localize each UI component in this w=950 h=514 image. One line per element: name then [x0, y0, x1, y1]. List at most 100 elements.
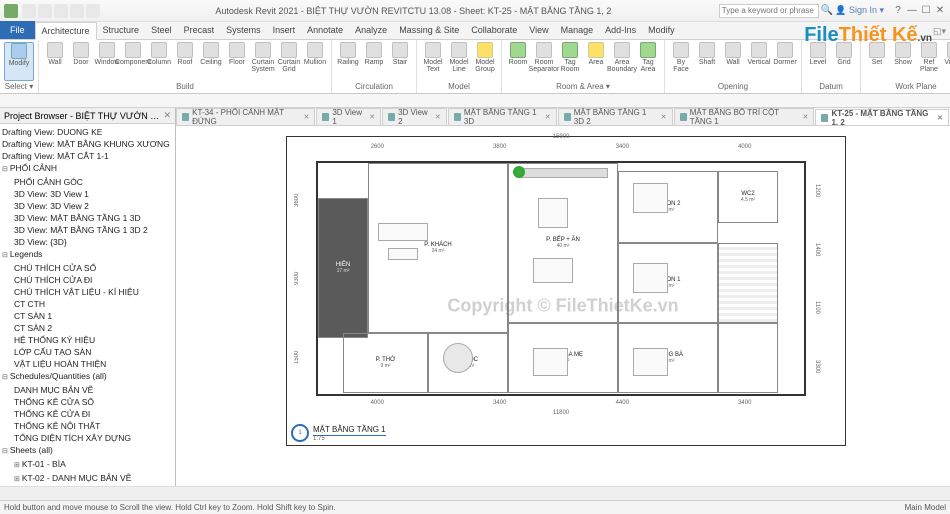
- tab-close-icon[interactable]: ✕: [802, 113, 808, 121]
- room-bepan[interactable]: P. BẾP + ĂN40 m²: [508, 163, 618, 323]
- view-tab[interactable]: 3D View 2✕: [382, 108, 447, 125]
- tree-item[interactable]: Drafting View: MẶT CẮT 1-1: [2, 150, 175, 162]
- area-tool[interactable]: Area: [584, 42, 608, 81]
- tree-item[interactable]: CT CTH: [14, 298, 175, 310]
- view-tab[interactable]: MẶT BẰNG TẦNG 1 3D✕: [448, 108, 557, 125]
- modify-tool[interactable]: Modify: [4, 42, 34, 81]
- viewer-tool[interactable]: Viewer: [943, 42, 950, 81]
- view-tab[interactable]: MẶT BẰNG BỐ TRÍ CỘT TẦNG 1✕: [674, 108, 815, 125]
- component-tool[interactable]: Component: [121, 42, 145, 81]
- drawing-canvas[interactable]: 15900 2600380034004000 150093003600 1200…: [176, 126, 950, 486]
- column-tool[interactable]: Column: [147, 42, 171, 81]
- tab-annotate[interactable]: Annotate: [301, 21, 349, 39]
- tree-item[interactable]: CT SÀN 2: [14, 322, 175, 334]
- tree-item[interactable]: VẬT LIỆU HOÀN THIỆN: [14, 358, 175, 370]
- tab-addins[interactable]: Add-Ins: [599, 21, 642, 39]
- search-input[interactable]: [719, 4, 819, 18]
- tree-item[interactable]: 3D View: 3D View 2: [14, 200, 175, 212]
- tree-item[interactable]: THỐNG KÊ NỘI THẤT: [14, 420, 175, 432]
- tree-item[interactable]: HỆ THỐNG KÝ HIỆU: [14, 334, 175, 346]
- tab-close-icon[interactable]: ✕: [545, 113, 551, 121]
- project-tree[interactable]: Drafting View: DUONG KE Drafting View: MẶ…: [0, 124, 175, 486]
- tab-close-icon[interactable]: ✕: [661, 113, 667, 121]
- qat-save-icon[interactable]: [38, 4, 52, 18]
- tree-item[interactable]: LỚP CẤU TẠO SÀN: [14, 346, 175, 358]
- wall-tool[interactable]: Wall: [43, 42, 67, 81]
- tab-close-icon[interactable]: ✕: [369, 113, 375, 121]
- tab-analyze[interactable]: Analyze: [349, 21, 393, 39]
- quick-access-toolbar[interactable]: [22, 4, 100, 18]
- tree-item[interactable]: DANH MỤC BẢN VẼ: [14, 384, 175, 396]
- railing-tool[interactable]: Railing: [336, 42, 360, 81]
- sign-in-link[interactable]: 👤 Sign In ▾: [835, 5, 884, 16]
- ceiling-tool[interactable]: Ceiling: [199, 42, 223, 81]
- tab-systems[interactable]: Systems: [220, 21, 267, 39]
- file-tab[interactable]: File: [0, 21, 35, 39]
- room-tho[interactable]: P. THỜ9 m²: [343, 333, 428, 393]
- tab-close-icon[interactable]: ✕: [303, 113, 309, 121]
- tree-item[interactable]: 3D View: {3D}: [14, 236, 175, 248]
- floorplan[interactable]: HIÊN17 m² P. KHÁCH34 m² P. BẾP + ĂN40 m²…: [316, 161, 806, 396]
- view-tab[interactable]: MẶT BẰNG TẦNG 1 3D 2✕: [558, 108, 673, 125]
- tree-item[interactable]: Legends: [2, 248, 175, 262]
- door-tool[interactable]: Door: [69, 42, 93, 81]
- model-group-tool[interactable]: Model Group: [473, 42, 497, 81]
- by-face-tool[interactable]: By Face: [669, 42, 693, 81]
- tag-area-tool[interactable]: Tag Area: [636, 42, 660, 81]
- stair-tool[interactable]: Stair: [388, 42, 412, 81]
- tab-precast[interactable]: Precast: [178, 21, 221, 39]
- tag-room-tool[interactable]: Tag Room: [558, 42, 582, 81]
- tab-insert[interactable]: Insert: [267, 21, 302, 39]
- tree-item[interactable]: 3D View: 3D View 1: [14, 188, 175, 200]
- stair[interactable]: [718, 243, 778, 323]
- room-wc2[interactable]: WC24.5 m²: [718, 171, 778, 223]
- room-hien[interactable]: HIÊN17 m²: [318, 198, 368, 338]
- maximize-button[interactable]: ☐: [920, 5, 932, 17]
- tab-close-icon[interactable]: ✕: [435, 113, 441, 121]
- tab-collaborate[interactable]: Collaborate: [465, 21, 523, 39]
- search-icon[interactable]: 🔍: [821, 5, 833, 16]
- tab-close-icon[interactable]: ✕: [937, 114, 943, 122]
- tab-structure[interactable]: Structure: [97, 21, 146, 39]
- shaft-tool[interactable]: Shaft: [695, 42, 719, 81]
- tree-item[interactable]: Sheets (all): [2, 444, 175, 458]
- tab-steel[interactable]: Steel: [145, 21, 178, 39]
- qat-open-icon[interactable]: [22, 4, 36, 18]
- view-tab[interactable]: 3D View 1✕: [316, 108, 381, 125]
- tree-item[interactable]: KT-01 - BÌA: [14, 458, 175, 472]
- tree-item[interactable]: CHÚ THÍCH CỬA SỔ: [14, 262, 175, 274]
- curtain-system-tool[interactable]: Curtain System: [251, 42, 275, 81]
- curtain-grid-tool[interactable]: Curtain Grid: [277, 42, 301, 81]
- tree-item[interactable]: 3D View: MẶT BẰNG TẦNG 1 3D: [14, 212, 175, 224]
- dormer-tool[interactable]: Dormer: [773, 42, 797, 81]
- group-label-roomarea[interactable]: Room & Area ▾: [506, 81, 660, 91]
- close-button[interactable]: ✕: [934, 5, 946, 17]
- tree-item[interactable]: PHỐI CẢNH GÓC: [14, 176, 175, 188]
- vertical-tool[interactable]: Vertical: [747, 42, 771, 81]
- roof-tool[interactable]: Roof: [173, 42, 197, 81]
- qat-print-icon[interactable]: [86, 4, 100, 18]
- help-icon[interactable]: ?: [892, 5, 904, 17]
- view-tab[interactable]: KT-34 - PHỐI CẢNH MẶT ĐỨNG✕: [176, 108, 315, 125]
- tree-item[interactable]: PHỐI CẢNH: [2, 162, 175, 176]
- model-text-tool[interactable]: Model Text: [421, 42, 445, 81]
- tree-item[interactable]: Drafting View: DUONG KE: [2, 126, 175, 138]
- level-tool[interactable]: Level: [806, 42, 830, 81]
- tree-item[interactable]: THỐNG KÊ CỬA SỔ: [14, 396, 175, 408]
- tree-item[interactable]: THỐNG KÊ CỬA ĐI: [14, 408, 175, 420]
- tab-manage[interactable]: Manage: [555, 21, 600, 39]
- grid-tool[interactable]: Grid: [832, 42, 856, 81]
- mullion-tool[interactable]: Mullion: [303, 42, 327, 81]
- view-tab[interactable]: KT-25 - MẶT BẰNG TẦNG 1, 2✕: [815, 109, 949, 126]
- horizontal-scrollbar[interactable]: [0, 486, 950, 500]
- room-tool[interactable]: Room: [506, 42, 530, 81]
- group-label-select[interactable]: Select ▾: [4, 81, 34, 91]
- tab-view[interactable]: View: [523, 21, 554, 39]
- tab-massing-site[interactable]: Massing & Site: [393, 21, 465, 39]
- qat-redo-icon[interactable]: [70, 4, 84, 18]
- browser-close-icon[interactable]: ✕: [163, 110, 171, 121]
- ref-plane-tool[interactable]: Ref Plane: [917, 42, 941, 81]
- floor-tool[interactable]: Floor: [225, 42, 249, 81]
- area-boundary-tool[interactable]: Area Boundary: [610, 42, 634, 81]
- tab-architecture[interactable]: Architecture: [35, 22, 97, 40]
